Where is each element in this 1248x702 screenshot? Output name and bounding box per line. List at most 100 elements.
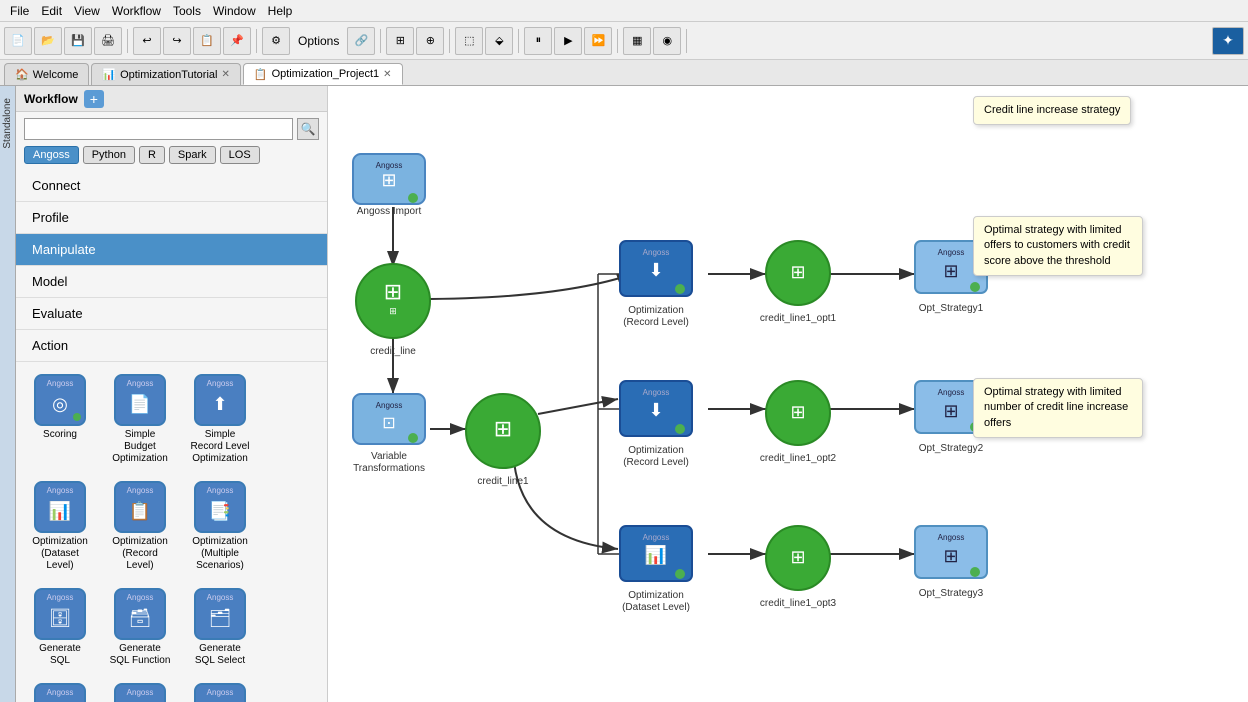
- node-opt-dataset[interactable]: Angoss 📊 Optimization (Dataset Level): [24, 477, 96, 576]
- node-opt-dataset-level[interactable]: Angoss 📊 Optimization (Dataset Level): [620, 526, 692, 613]
- svg-text:credit_line1_opt3: credit_line1_opt3: [760, 598, 837, 609]
- node-green2[interactable]: ⊞ credit_line1_opt2: [760, 381, 837, 464]
- node-extra3[interactable]: Angoss 📄: [184, 679, 256, 702]
- menu-view[interactable]: View: [68, 2, 106, 20]
- node-angoss-import[interactable]: Angoss ⊞ Angoss Import: [353, 154, 425, 217]
- filter-r[interactable]: R: [139, 146, 165, 164]
- node-extra1[interactable]: Angoss 📄: [24, 679, 96, 702]
- node-opt-record-level1[interactable]: Angoss ⬇ Optimization (Record Level): [620, 241, 692, 328]
- target-btn[interactable]: ⊕: [416, 27, 444, 55]
- grid-btn[interactable]: ⊞: [386, 27, 414, 55]
- node-credit-line1[interactable]: ⊞ credit_line1: [466, 394, 540, 487]
- open-btn[interactable]: 📂: [34, 27, 62, 55]
- project-tab-close[interactable]: ✕: [383, 69, 391, 80]
- save-btn[interactable]: 💾: [64, 27, 92, 55]
- nav-profile[interactable]: Profile: [16, 202, 327, 234]
- tooltip-optimal-strategy-number: Optimal strategy with limited number of …: [973, 378, 1143, 438]
- tutorial-tab-close[interactable]: ✕: [221, 69, 229, 80]
- paste-btn[interactable]: 📌: [223, 27, 251, 55]
- logo-btn: ✦: [1212, 27, 1244, 55]
- tutorial-tab-icon: 📊: [102, 68, 116, 81]
- filter-python[interactable]: Python: [83, 146, 135, 164]
- node-simple-budget[interactable]: Angoss 📄 Simple Budget Optimization: [104, 370, 176, 469]
- nav-model[interactable]: Model: [16, 266, 327, 298]
- search-input[interactable]: [24, 118, 293, 140]
- copy-btn[interactable]: 📋: [193, 27, 221, 55]
- data-btn[interactable]: ▦: [623, 27, 651, 55]
- connect-btn[interactable]: 🔗: [347, 27, 375, 55]
- svg-text:credit_line1: credit_line1: [477, 476, 529, 487]
- run-all-btn[interactable]: ⏩: [584, 27, 612, 55]
- sep5: [518, 29, 519, 53]
- node-green3[interactable]: ⊞ credit_line1_opt3: [760, 526, 837, 609]
- svg-text:⬇: ⬇: [648, 400, 663, 420]
- svg-text:credit_line1_opt1: credit_line1_opt1: [760, 313, 837, 324]
- svg-text:Opt_Strategy1: Opt_Strategy1: [919, 303, 984, 314]
- search-bar: 🔍: [16, 112, 327, 146]
- node-opt-multiple[interactable]: Angoss 📑 Optimization (Multiple Scenario…: [184, 477, 256, 576]
- node-simple-record-label: Simple Record Level Optimization: [188, 429, 252, 465]
- add-workflow-btn[interactable]: +: [84, 90, 104, 108]
- svg-text:Angoss: Angoss: [938, 388, 965, 397]
- edge-creditline1-opt2: [538, 399, 618, 414]
- svg-text:(Dataset Level): (Dataset Level): [622, 602, 690, 613]
- new-btn[interactable]: 📄: [4, 27, 32, 55]
- chart-btn[interactable]: ◉: [653, 27, 681, 55]
- tab-optimization-tutorial[interactable]: 📊 OptimizationTutorial ✕: [91, 63, 241, 85]
- svg-text:⊞: ⊞: [381, 170, 396, 190]
- node-opt-record[interactable]: Angoss 📋 Optimization (Record Level): [104, 477, 176, 576]
- settings-btn[interactable]: ⚙: [262, 27, 290, 55]
- tooltip-optimal-strategy-limited: Optimal strategy with limited offers to …: [973, 216, 1143, 276]
- import-btn[interactable]: ⬚: [455, 27, 483, 55]
- node-gen-sql-func[interactable]: Angoss 🗃 Generate SQL Function: [104, 584, 176, 671]
- pause-btn[interactable]: ⏸: [524, 27, 552, 55]
- node-scoring[interactable]: Angoss ◎ Scoring: [24, 370, 96, 469]
- node-simple-budget-label: Simple Budget Optimization: [108, 429, 172, 465]
- search-button[interactable]: 🔍: [297, 118, 319, 140]
- menu-workflow[interactable]: Workflow: [106, 2, 167, 20]
- nav-evaluate[interactable]: Evaluate: [16, 298, 327, 330]
- tooltip-credit-line-strategy: Credit line increase strategy: [973, 96, 1131, 125]
- menu-window[interactable]: Window: [207, 2, 262, 20]
- node-opt-record-level2[interactable]: Angoss ⬇ Optimization (Record Level): [620, 381, 692, 468]
- svg-text:⊞: ⊞: [790, 262, 805, 282]
- nav-connect[interactable]: Connect: [16, 170, 327, 202]
- svg-text:⊞: ⊞: [943, 401, 958, 421]
- canvas-area[interactable]: Angoss ⊞ Angoss Import ⊞ ⊞ credit_line A…: [328, 86, 1248, 702]
- node-variable-trans[interactable]: Angoss ⊡ Variable Transformations: [353, 394, 425, 474]
- filter-spark[interactable]: Spark: [169, 146, 216, 164]
- svg-text:Angoss: Angoss: [376, 161, 403, 170]
- menu-tools[interactable]: Tools: [167, 2, 207, 20]
- menu-file[interactable]: File: [4, 2, 35, 20]
- node-green1[interactable]: ⊞ credit_line1_opt1: [760, 241, 837, 324]
- standalone-bar: Standalone: [0, 86, 16, 702]
- run-btn[interactable]: ▶: [554, 27, 582, 55]
- node-grid: Angoss ◎ Scoring Angoss 📄 Simple Budget …: [16, 362, 327, 702]
- nav-action[interactable]: Action: [16, 330, 327, 362]
- project-tab-label: Optimization_Project1: [272, 68, 380, 80]
- node-opt-strategy3[interactable]: Angoss ⊞ Opt_Strategy3: [915, 526, 987, 599]
- redo-btn[interactable]: ↪: [163, 27, 191, 55]
- node-gen-sql[interactable]: Angoss 🗄 Generate SQL: [24, 584, 96, 671]
- node-gen-sql-select-label: Generate SQL Select: [188, 643, 252, 667]
- tab-project1[interactable]: 📋 Optimization_Project1 ✕: [243, 63, 403, 85]
- main-content: Standalone Workflow + 🔍 Angoss Python R …: [0, 86, 1248, 702]
- svg-text:Variable: Variable: [371, 451, 407, 462]
- print-btn[interactable]: 🖨: [94, 27, 122, 55]
- export-btn[interactable]: ⬙: [485, 27, 513, 55]
- node-extra2[interactable]: Angoss 📄: [104, 679, 176, 702]
- menu-edit[interactable]: Edit: [35, 2, 68, 20]
- standalone-label: Standalone: [2, 98, 13, 149]
- tab-welcome[interactable]: 🏠 Welcome: [4, 63, 89, 85]
- svg-text:Opt_Strategy2: Opt_Strategy2: [919, 443, 984, 454]
- svg-text:Optimization: Optimization: [628, 445, 684, 456]
- node-gen-sql-select[interactable]: Angoss 🗂 Generate SQL Select: [184, 584, 256, 671]
- nav-manipulate[interactable]: Manipulate: [16, 234, 327, 266]
- filter-angoss[interactable]: Angoss: [24, 146, 79, 164]
- node-simple-record[interactable]: Angoss ⬆ Simple Record Level Optimizatio…: [184, 370, 256, 469]
- svg-text:Angoss: Angoss: [643, 388, 670, 397]
- svg-text:⊞: ⊞: [494, 416, 512, 441]
- filter-los[interactable]: LOS: [220, 146, 260, 164]
- menu-help[interactable]: Help: [262, 2, 299, 20]
- undo-btn[interactable]: ↩: [133, 27, 161, 55]
